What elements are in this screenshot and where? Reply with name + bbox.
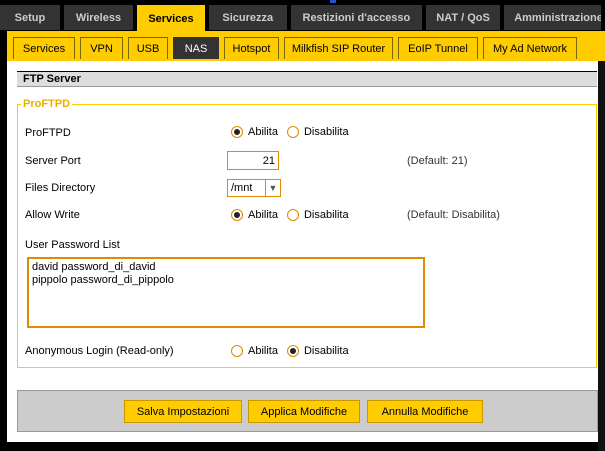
user-password-list-textarea[interactable] [27,257,425,328]
anonymous-login-enable-label: Abilita [248,345,278,357]
allow-write-disable-radio[interactable] [286,209,299,221]
right-edge [598,61,605,451]
proftpd-label: ProFTPD [25,127,71,139]
proftpd-disable-label: Disabilita [303,126,349,138]
allow-write-label: Allow Write [25,209,80,221]
tab-restrizioni[interactable]: Restizioni d'accesso [290,5,422,30]
anonymous-login-disable-label: Disabilita [303,345,349,357]
allow-write-radio-group: Abilita Disabilita [231,209,354,221]
content-panel: FTP Server ProFTPD ProFTPD Abilita Disab… [7,61,605,442]
subtab-usb[interactable]: USB [128,37,168,59]
tab-sicurezza[interactable]: Sicurezza [208,5,287,30]
tab-amministrazione[interactable]: Amministrazione [504,5,601,30]
subtab-nas[interactable]: NAS [173,37,219,59]
proftpd-radio-group: Abilita Disabilita [231,126,354,138]
section-title: FTP Server [17,71,597,87]
anonymous-login-enable-radio[interactable] [231,345,243,357]
tab-wireless[interactable]: Wireless [63,5,134,30]
user-password-list-label: User Password List [25,239,120,251]
files-directory-label: Files Directory [25,182,96,194]
top-stripe [0,0,605,4]
apply-button[interactable]: Applica Modifiche [248,400,360,423]
subtab-milkfish[interactable]: Milkfish SIP Router [284,37,393,59]
cancel-button[interactable]: Annulla Modifiche [367,400,483,423]
server-port-input[interactable] [227,151,279,170]
proftpd-fieldset: ProFTPD ProFTPD Abilita Disabilita Serve… [17,98,597,368]
anonymous-login-radio-group: Abilita Disabilita [231,345,354,357]
subtab-eoip-tunnel[interactable]: EoIP Tunnel [398,37,478,59]
files-directory-value: /mnt [231,182,253,194]
tab-nat-qos[interactable]: NAT / QoS [425,5,501,30]
main-tab-bar: Setup Wireless Services Sicurezza Restiz… [0,5,605,32]
button-bar: Salva Impostazioni Applica Modifiche Ann… [17,390,598,432]
allow-write-enable-radio[interactable] [231,209,243,221]
sub-tab-bar: Services VPN USB NAS Hotspot Milkfish SI… [7,31,605,61]
tab-services[interactable]: Services [137,5,205,32]
blue-mark [330,0,336,3]
allow-write-disable-label: Disabilita [303,209,349,221]
subtab-vpn[interactable]: VPN [80,37,123,59]
proftpd-disable-radio[interactable] [286,126,299,138]
tab-setup[interactable]: Setup [0,5,60,30]
proftpd-enable-radio[interactable] [231,126,243,138]
allow-write-enable-label: Abilita [248,209,278,221]
subtab-my-ad-network[interactable]: My Ad Network [483,37,577,59]
anonymous-login-label: Anonymous Login (Read-only) [25,345,174,357]
server-port-label: Server Port [25,155,81,167]
proftpd-enable-label: Abilita [248,126,278,138]
allow-write-hint: (Default: Disabilita) [407,209,500,221]
chevron-down-icon: ▼ [265,180,280,196]
subtab-hotspot[interactable]: Hotspot [224,37,279,59]
subtab-services[interactable]: Services [13,37,75,59]
anonymous-login-disable-radio[interactable] [286,345,299,357]
files-directory-select[interactable]: /mnt ▼ [227,179,281,197]
server-port-hint: (Default: 21) [407,155,468,167]
fieldset-legend: ProFTPD [21,98,73,110]
save-button[interactable]: Salva Impostazioni [124,400,242,423]
